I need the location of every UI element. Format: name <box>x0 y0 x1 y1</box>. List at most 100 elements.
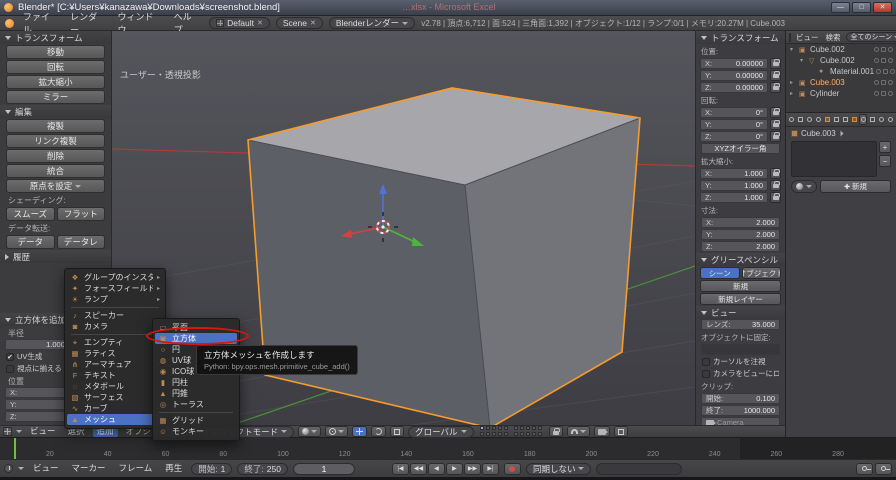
shade-flat-button[interactable]: フラット <box>57 207 106 221</box>
tab-render-layers[interactable] <box>797 114 805 125</box>
minimize-button[interactable]: — <box>831 2 850 13</box>
gp-new-button[interactable]: 新規 <box>700 280 781 292</box>
render-engine-selector[interactable]: Blenderレンダー <box>329 17 415 29</box>
expand-triangle-icon[interactable]: ▸ <box>790 90 797 97</box>
lens-field[interactable]: レンズ:35.000 <box>701 319 780 330</box>
lock-toggle[interactable] <box>770 131 781 142</box>
tab-material[interactable] <box>859 114 867 125</box>
data-layout-transfer-button[interactable]: データレ <box>57 235 106 249</box>
timeline-menu[interactable]: 再生 <box>161 463 186 474</box>
renderability-icon[interactable] <box>890 69 895 74</box>
renderability-icon[interactable] <box>888 58 893 63</box>
opengl-render-button[interactable] <box>594 426 610 437</box>
tool-button[interactable]: 回転 <box>6 60 105 74</box>
menu-item[interactable] <box>159 412 233 413</box>
playback-button[interactable]: ◀◀ <box>410 463 427 475</box>
panel-header-edit[interactable]: 編集 <box>0 105 111 118</box>
viewport-menu[interactable]: ビュー <box>26 426 60 437</box>
panel-header-history[interactable]: 履歴 <box>0 250 111 263</box>
lock-toggle[interactable] <box>770 168 781 179</box>
menu-item[interactable]: ▦ グリッド <box>153 415 239 426</box>
clip-end-field[interactable]: 終了:1000.000 <box>701 405 780 416</box>
lock-toggle[interactable] <box>770 70 781 81</box>
location-field[interactable]: Z:0.00000 <box>700 82 768 93</box>
transform-orientation-selector[interactable]: グローバル <box>408 426 473 438</box>
menu-item[interactable]: ❖ グループのインスタンス ▸ <box>65 272 165 283</box>
manipulator-scale-toggle[interactable] <box>390 426 404 437</box>
frame-end-field[interactable]: 終了:250 <box>237 463 288 475</box>
outliner-search-menu[interactable]: 検索 <box>824 32 843 43</box>
dimension-field[interactable]: Y:2.000 <box>701 229 780 240</box>
playback-button[interactable]: ▶| <box>482 463 499 475</box>
expand-triangle-icon[interactable]: ▾ <box>800 57 807 64</box>
menu-item[interactable]: ⋔ アーマチュア ▸ <box>65 359 165 370</box>
outliner-row[interactable]: ▾ ▽ Cube.002 <box>786 55 896 66</box>
panel-header-transform[interactable]: トランスフォーム <box>0 31 111 44</box>
selectability-icon[interactable] <box>883 69 888 74</box>
dimension-field[interactable]: X:2.000 <box>701 217 780 228</box>
location-field[interactable]: X:0.00000 <box>700 58 768 69</box>
tool-button[interactable]: 複製 <box>6 119 105 133</box>
visibility-icon[interactable] <box>874 47 879 52</box>
playback-button[interactable]: ▶ <box>446 463 463 475</box>
outliner-editor-icon[interactable] <box>789 33 791 42</box>
shade-smooth-button[interactable]: スムーズ <box>6 207 55 221</box>
outliner-scope-dropdown[interactable]: 全てのシーン <box>846 32 896 42</box>
clip-start-field[interactable]: 開始:0.100 <box>701 393 780 404</box>
location-field[interactable]: Y:0.00000 <box>700 70 768 81</box>
playback-button[interactable]: ◀ <box>428 463 445 475</box>
lock-toggle[interactable] <box>770 107 781 118</box>
tool-button[interactable]: ミラー <box>6 90 105 104</box>
menu-item[interactable] <box>71 307 159 308</box>
timeline-canvas[interactable]: 20 40 60 80 100 120 140 160 180 200 220 … <box>0 437 896 459</box>
frame-start-field[interactable]: 開始:1 <box>191 463 232 475</box>
material-browse-dropdown[interactable] <box>791 180 817 193</box>
lock-to-scene-toggle[interactable] <box>549 426 563 437</box>
tab-physics[interactable] <box>886 114 894 125</box>
data-transfer-button[interactable]: データ <box>6 235 55 249</box>
visibility-icon[interactable] <box>874 58 879 63</box>
visibility-icon[interactable] <box>876 69 881 74</box>
playback-button[interactable]: |◀ <box>392 463 409 475</box>
tab-object[interactable] <box>824 114 832 125</box>
panel-header-grease-pencil[interactable]: グリースペンシル <box>696 253 785 266</box>
outliner-row[interactable]: ▸ ▣ Cylinder <box>786 88 896 99</box>
renderability-icon[interactable] <box>888 47 893 52</box>
menu-item[interactable]: ◙ カメラ <box>65 321 165 332</box>
timeline-editor-icon[interactable] <box>4 464 13 473</box>
rotation-field[interactable]: Z:0° <box>700 131 768 142</box>
scene-selector[interactable]: Scene ✕ <box>276 17 323 29</box>
timeline-menu[interactable]: フレーム <box>115 463 157 474</box>
blender-menu-icon[interactable] <box>5 19 14 28</box>
menu-item[interactable]: ▧ サーフェス ▸ <box>65 392 165 403</box>
tab-particles[interactable] <box>877 114 885 125</box>
close-button[interactable]: ✕ <box>873 2 892 13</box>
menu-item[interactable]: ▲ 円錐 <box>153 388 239 399</box>
scale-field[interactable]: X:1.000 <box>700 168 768 179</box>
tool-button[interactable]: 移動 <box>6 45 105 59</box>
playback-button[interactable]: ▶▶ <box>464 463 481 475</box>
snap-magnet-toggle[interactable] <box>567 426 590 437</box>
tab-scene[interactable] <box>806 114 814 125</box>
menu-item[interactable]: ◌ メタボール ▸ <box>65 381 165 392</box>
material-slot-list[interactable] <box>791 141 877 177</box>
tool-button[interactable]: 統合 <box>6 164 105 178</box>
outliner-row[interactable]: ▾ ▣ Cube.002 <box>786 44 896 55</box>
remove-material-slot-button[interactable]: − <box>879 155 891 167</box>
timeline-menu[interactable]: マーカー <box>68 463 110 474</box>
insert-keyframe-button[interactable] <box>856 463 873 475</box>
dimension-field[interactable]: Z:2.000 <box>701 241 780 252</box>
manipulator-rotate-toggle[interactable] <box>371 426 386 437</box>
menu-item[interactable]: ☺ モンキー <box>153 426 239 437</box>
tool-button[interactable]: 削除 <box>6 149 105 163</box>
scale-field[interactable]: Y:1.000 <box>700 180 768 191</box>
menu-item[interactable]: ▮ 円柱 <box>153 377 239 388</box>
menu-item[interactable]: ◎ トーラス <box>153 399 239 410</box>
layer-toggles[interactable] <box>480 426 543 437</box>
outliner-row[interactable]: ▸ ▣ Cube.003 <box>786 77 896 88</box>
rotation-mode-dropdown[interactable]: XYZオイラー角 <box>701 143 780 154</box>
gp-scene-toggle[interactable]: シーン <box>700 267 740 279</box>
screen-layout-selector[interactable]: Default ✕ <box>209 17 270 29</box>
scale-field[interactable]: Z:1.000 <box>700 192 768 203</box>
lock-toggle[interactable] <box>770 180 781 191</box>
